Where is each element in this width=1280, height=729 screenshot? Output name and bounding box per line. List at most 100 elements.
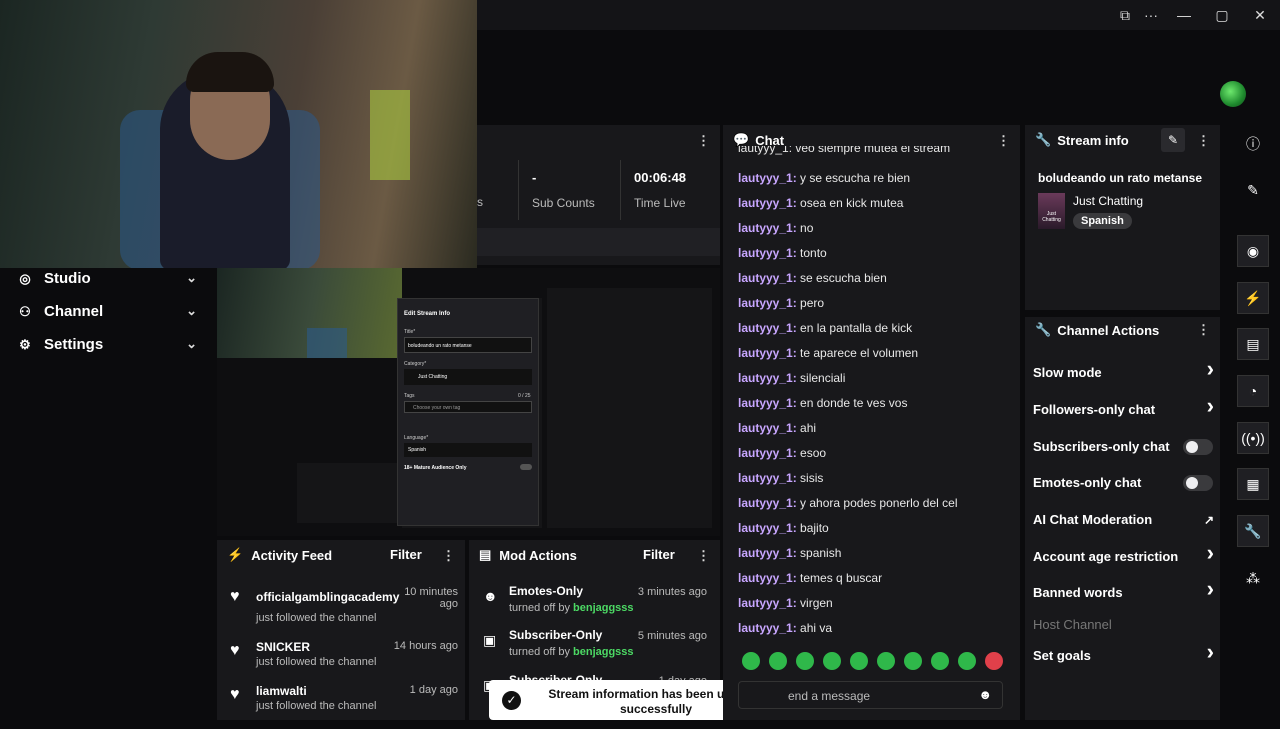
list-item[interactable]: ♥ liamwalti just followed the channel 1 …: [230, 684, 458, 729]
chat-text: en la pantalla de kick: [796, 321, 913, 335]
bolt-icon[interactable]: ⚡: [1237, 282, 1269, 314]
chat-username[interactable]: lautyyy_1:: [738, 196, 797, 210]
chat-input[interactable]: end a message ☻: [738, 681, 1003, 709]
emote-icon[interactable]: [931, 652, 949, 670]
chat-message: lautyyy_1: ahi: [738, 418, 816, 438]
emote-icon[interactable]: [823, 652, 841, 670]
chat-username[interactable]: lautyyy_1:: [738, 471, 797, 485]
channel-action-emotes-only-chat[interactable]: Emotes-only chat: [1033, 473, 1218, 493]
modal-language-select[interactable]: Spanish: [404, 443, 532, 457]
channel-action-ai-chat-moderation[interactable]: AI Chat Moderation ↗: [1033, 510, 1218, 530]
list-item[interactable]: ♥ officialgamblingacademy just followed …: [230, 586, 458, 631]
right-rail: [1228, 120, 1280, 720]
modal-title-label: Title*: [404, 329, 416, 335]
emote-icon[interactable]: [877, 652, 895, 670]
channel-action-label: Followers-only chat: [1033, 402, 1156, 417]
layout-icon[interactable]: ▦: [1237, 468, 1269, 500]
chat-message: lautyyy_1: se escucha bien: [738, 268, 887, 288]
list-item[interactable]: ☻ Emotes-Only turned off by benjaggsss 3…: [481, 584, 707, 629]
chat-bubble-icon[interactable]: ◔: [1237, 375, 1269, 407]
kebab-icon[interactable]: ⋮: [997, 133, 1010, 149]
chat-text: silenciali: [796, 371, 846, 385]
chat-username[interactable]: lautyyy_1:: [738, 521, 797, 535]
emote-icon[interactable]: [850, 652, 868, 670]
sidebar-item-settings[interactable]: ⚙ Settings ⌄: [0, 328, 215, 361]
channel-action-slow-mode[interactable]: Slow mode ›: [1033, 358, 1218, 383]
chat-username[interactable]: lautyyy_1:: [738, 596, 797, 610]
camera-icon[interactable]: ◉: [1237, 235, 1269, 267]
chevron-down-icon: ⌄: [186, 303, 197, 318]
kebab-icon[interactable]: ⋮: [1197, 322, 1210, 338]
channel-action-account-age-restriction[interactable]: Account age restriction ›: [1033, 542, 1218, 567]
restore-button[interactable]: ▢: [1202, 0, 1242, 30]
chat-username[interactable]: lautyyy_1:: [738, 171, 797, 185]
avatar[interactable]: [1220, 81, 1246, 107]
emote-icon[interactable]: [985, 652, 1003, 670]
toggle-switch[interactable]: [1183, 475, 1213, 491]
kebab-icon[interactable]: ⋮: [1197, 133, 1210, 149]
chat-username[interactable]: lautyyy_1:: [738, 571, 797, 585]
chat-username[interactable]: lautyyy_1:: [738, 446, 797, 460]
chat-username[interactable]: lautyyy_1:: [738, 621, 797, 635]
emote-icon[interactable]: [958, 652, 976, 670]
chat-username[interactable]: lautyyy_1:: [738, 346, 797, 360]
sub-count-value: -: [532, 170, 537, 185]
stats-footer: [477, 228, 720, 256]
chat-username[interactable]: lautyyy_1:: [738, 221, 797, 235]
minimize-button[interactable]: —: [1164, 0, 1204, 30]
chat-username[interactable]: lautyyy_1:: [738, 246, 797, 260]
emote-icon[interactable]: [769, 652, 787, 670]
modal-tags-input[interactable]: Choose your own tag: [404, 401, 532, 413]
activity-feed-header: ⚡ Activity Feed: [217, 540, 465, 570]
category-name[interactable]: Just Chatting: [1073, 194, 1143, 208]
chat-text: sisis: [796, 471, 824, 485]
emote-icon[interactable]: [796, 652, 814, 670]
channel-action-set-goals[interactable]: Set goals ›: [1033, 641, 1218, 666]
emoji-icon[interactable]: ☻: [978, 687, 992, 702]
wrench-icon: 🔧: [1035, 322, 1052, 337]
chat-username[interactable]: lautyyy_1:: [738, 546, 797, 560]
chat-message: lautyyy_1: spanish: [738, 543, 841, 563]
follow-text: just followed the channel: [256, 700, 377, 712]
emote-icon[interactable]: [742, 652, 760, 670]
doc-icon[interactable]: ▤: [1237, 328, 1269, 360]
broadcast-icon[interactable]: ((•)): [1237, 422, 1269, 454]
list-item[interactable]: ▣ Subscriber-Only turned off by benjaggs…: [481, 628, 707, 673]
close-button[interactable]: ✕: [1240, 0, 1280, 30]
emote-icon[interactable]: [904, 652, 922, 670]
language-badge: Spanish: [1073, 213, 1132, 229]
activity-feed-title: Activity Feed: [251, 547, 333, 563]
kebab-icon[interactable]: ⋮: [697, 133, 710, 149]
modal-title-input[interactable]: boludeando un rato metanse: [404, 337, 532, 353]
list-item[interactable]: ♥ SNICKER just followed the channel 14 h…: [230, 640, 458, 685]
modal-mature-toggle[interactable]: [520, 464, 532, 470]
chat-username[interactable]: lautyyy_1:: [738, 271, 797, 285]
kebab-icon[interactable]: ⋮: [697, 548, 710, 564]
mod-filter-button[interactable]: Filter: [643, 547, 675, 562]
modal-category-input[interactable]: Just Chatting: [404, 369, 532, 385]
sidebar-item-studio[interactable]: ◎ Studio ⌄: [0, 262, 215, 295]
channel-action-subscribers-only-chat[interactable]: Subscribers-only chat: [1033, 437, 1218, 457]
nodes-icon[interactable]: ⁂: [1237, 562, 1269, 594]
modal-category-label: Category*: [404, 361, 427, 367]
kebab-icon[interactable]: ⋮: [442, 548, 455, 564]
chat-username[interactable]: lautyyy_1:: [738, 496, 797, 510]
chat-username[interactable]: lautyyy_1:: [738, 296, 797, 310]
chat-username[interactable]: lautyyy_1:: [738, 396, 797, 410]
sidebar-item-channel[interactable]: ⚇ Channel ⌄: [0, 295, 215, 328]
wrench-icon[interactable]: 🔧: [1237, 515, 1269, 547]
edit-icon[interactable]: ✎: [1237, 174, 1269, 206]
chat-username[interactable]: lautyyy_1:: [738, 321, 797, 335]
channel-action-banned-words[interactable]: Banned words ›: [1033, 578, 1218, 603]
info-icon[interactable]: ⓘ: [1237, 128, 1269, 160]
chat-message: lautyyy_1: tonto: [738, 243, 827, 263]
chat-username[interactable]: lautyyy_1:: [738, 371, 797, 385]
channel-action-followers-only-chat[interactable]: Followers-only chat ›: [1033, 395, 1218, 420]
toggle-switch[interactable]: [1183, 439, 1213, 455]
chat-username[interactable]: lautyyy_1:: [738, 421, 797, 435]
mod-actions-title: Mod Actions: [499, 547, 577, 563]
edit-icon[interactable]: ✎: [1161, 128, 1185, 152]
chat-text: spanish: [796, 546, 842, 560]
external-link-icon: ↗: [1203, 513, 1214, 527]
activity-filter-button[interactable]: Filter: [390, 547, 422, 562]
